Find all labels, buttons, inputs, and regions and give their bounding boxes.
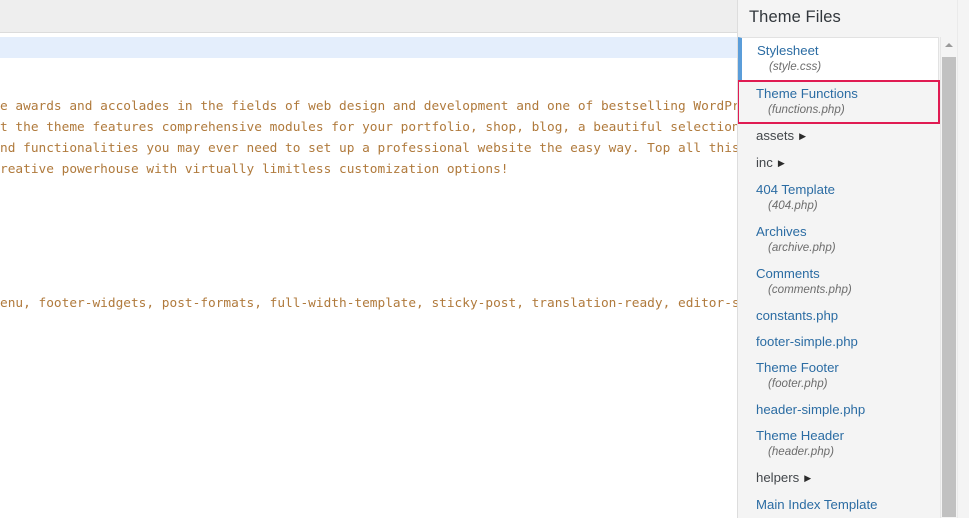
chevron-right-icon: ▶ [804,473,812,483]
file-list-item[interactable]: inc ▶ [738,150,941,177]
editor-toolbar [0,0,737,33]
code-line: t the theme features comprehensive modul… [0,120,737,135]
chevron-right-icon: ▶ [799,131,807,141]
file-item-filename: (header.php) [768,445,834,458]
code-text-area[interactable]: e awards and accolades in the fields of … [0,34,737,518]
file-item-title: helpers ▶ [756,470,812,485]
file-item-title: constants.php [756,308,839,323]
file-list-item[interactable]: Theme Functions (functions.php) [738,80,940,124]
triangle-up-glyph [945,43,953,47]
file-item-filename: (404.php) [768,199,818,212]
code-line: nd functionalities you may ever need to … [0,141,737,156]
file-list-item[interactable]: Comments (comments.php) [738,261,941,303]
theme-files-header: Theme Files [738,0,969,37]
code-line: enu, footer-widgets, post-formats, full-… [0,296,737,311]
file-item-title: assets ▶ [756,128,807,143]
file-list-item[interactable]: footer-simple.php [738,329,941,355]
file-item-title: Theme Footer [756,360,839,375]
file-list-item[interactable]: Theme Header (header.php) [738,423,941,465]
file-item-title: 404 Template [756,182,835,197]
file-item-title: Stylesheet [757,43,819,58]
file-item-filename: (functions.php) [768,103,845,116]
file-list-item[interactable]: helpers ▶ [738,465,941,492]
file-item-filename: (style.css) [769,60,822,73]
triangle-up-icon[interactable] [941,37,957,53]
file-list-viewport[interactable]: Stylesheet (style.css) Theme Functions (fun… [738,37,969,518]
file-item-title: Theme Functions [756,86,858,101]
file-item-title: inc ▶ [756,155,785,170]
file-list: Stylesheet (style.css) Theme Functions (fun… [738,37,941,518]
code-line: e awards and accolades in the fields of … [0,99,737,114]
file-list-item[interactable]: Stylesheet (style.css) [738,37,939,81]
chevron-right-icon: ▶ [777,158,785,168]
code-editor-pane: e awards and accolades in the fields of … [0,0,737,518]
file-item-title: Comments [756,266,820,281]
file-item-filename: (archive.php) [768,241,836,254]
file-list-item[interactable]: Theme Footer (footer.php) [738,355,941,397]
file-list-item[interactable]: 404 Template (404.php) [738,177,941,219]
panel-right-gutter [957,0,969,518]
file-list-item[interactable]: Archives (archive.php) [738,219,941,261]
file-list-scrollbar[interactable] [940,37,957,518]
scrollbar-thumb[interactable] [942,57,956,517]
file-list-item[interactable]: assets ▶ [738,123,941,150]
file-item-title: footer-simple.php [756,334,858,349]
file-item-title: Theme Header [756,428,844,443]
file-list-item[interactable]: constants.php [738,303,941,329]
file-item-filename: (comments.php) [768,283,852,296]
file-item-title: Archives [756,224,807,239]
file-item-title: header-simple.php [756,402,866,417]
theme-files-panel: Theme Files Stylesheet (style.css) Theme F… [737,0,969,518]
file-item-filename: (footer.php) [768,377,828,390]
file-list-item[interactable]: Main Index Template [738,492,941,518]
code-line: reative powerhouse with virtually limitl… [0,162,509,177]
page-title: Theme Files [749,8,841,26]
file-list-item[interactable]: header-simple.php [738,397,941,423]
file-item-title: Main Index Template [756,497,878,512]
active-line-highlight [0,37,737,58]
